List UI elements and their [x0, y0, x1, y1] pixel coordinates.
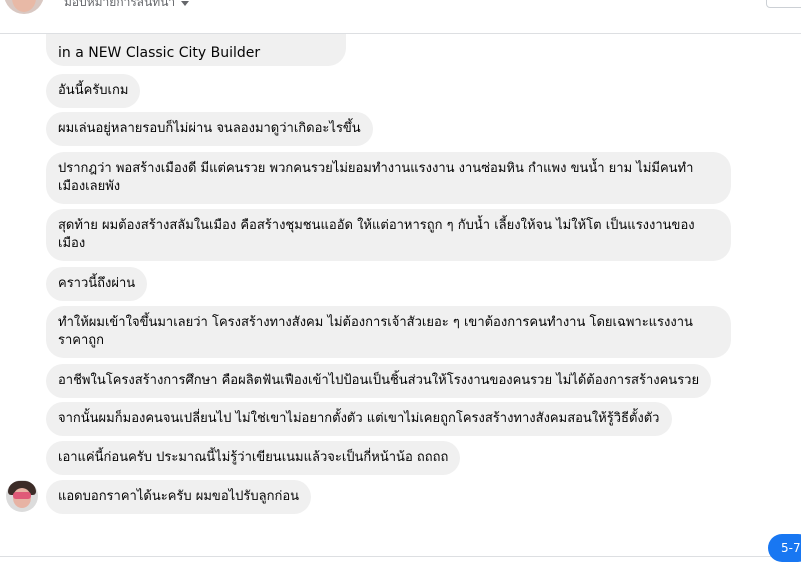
- message-thread: in a NEW Classic City Builder อันนี้ครับ…: [0, 34, 801, 556]
- composer-divider: [0, 556, 801, 561]
- conversation-header: มอบหมายการสนทนา: [0, 0, 801, 34]
- message-bubble: คราวนี้ถึงผ่าน: [46, 267, 148, 301]
- message-bubble: เอาแค่นี้ก่อนครับ ประมาณนี้ไม่รู้ว่าเขีย…: [46, 441, 461, 475]
- assign-conversation-label: มอบหมายการสนทนา: [64, 0, 176, 9]
- message-bubble: จากนั้นผมก็มองคนจนเปลี่ยนไป ไม่ใช่เขาไม่…: [46, 402, 672, 436]
- contact-avatar[interactable]: [4, 0, 44, 14]
- message-bubble: แอดบอกราคาได้นะครับ ผมขอไปรับลูกก่อน: [46, 480, 312, 514]
- message-bubble: ผมเล่นอยู่หลายรอบก็ไม่ผ่าน จนลองมาดูว่าเ…: [46, 112, 373, 146]
- message-bubble: อันนี้ครับเกม: [46, 74, 141, 108]
- sender-avatar[interactable]: [6, 480, 38, 512]
- assign-conversation-dropdown[interactable]: มอบหมายการสนทนา: [64, 0, 190, 12]
- message-bubble: ปรากฎว่า พอสร้างเมืองดี มีแต่คนรวย พวกคน…: [46, 152, 731, 204]
- avatar-face: [12, 0, 36, 12]
- message-bubble: ทำให้ผมเข้าใจขึ้นมาเลยว่า โครงสร้างทางสั…: [46, 306, 731, 358]
- message-bubble: in a NEW Classic City Builder: [46, 34, 346, 66]
- message-bubble: อาชีพในโครงสร้างการศึกษา คือผลิตฟันเฟือง…: [46, 364, 712, 398]
- avatar-mask: [13, 492, 31, 499]
- message-bubble: สุดท้าย ผมต้องสร้างสลัมในเมือง คือสร้างช…: [46, 209, 731, 261]
- header-action-button[interactable]: [766, 0, 801, 8]
- page-indicator-badge[interactable]: 5-7: [768, 534, 801, 562]
- caret-down-icon: [181, 1, 190, 6]
